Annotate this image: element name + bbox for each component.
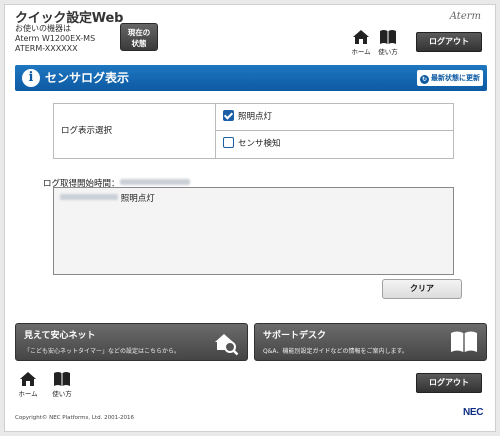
book-icon	[380, 30, 396, 44]
aterm-logo: Aterm	[449, 11, 481, 22]
page-frame: クイック設定Web お使いの機器は Aterm W1200EX-MS ATERM…	[4, 4, 496, 432]
page-title: センサログ表示	[45, 71, 130, 85]
nec-logo: NEC	[463, 407, 484, 418]
home-search-icon	[215, 334, 239, 356]
support-desk-banner[interactable]: サポートデスク Q&A、機能別設定ガイドなどの情報をご案内します。	[254, 323, 487, 361]
home-icon	[353, 30, 369, 44]
log-display-select-label: ログ表示選択	[54, 104, 216, 158]
option-lighting[interactable]: 照明点灯	[216, 104, 453, 131]
current-status-button[interactable]: 現在の 状態	[120, 23, 158, 51]
redacted-timestamp	[119, 179, 190, 185]
footer-logout-button[interactable]: ログアウト	[416, 373, 482, 393]
footer-help-button[interactable]: 使い方	[49, 371, 75, 401]
redacted-entry-time	[60, 194, 118, 200]
open-book-icon	[451, 331, 477, 352]
device-label: お使いの機器は	[15, 24, 71, 33]
header: クイック設定Web お使いの機器は Aterm W1200EX-MS ATERM…	[5, 5, 495, 61]
device-model: Aterm W1200EX-MS	[15, 34, 96, 43]
home-icon	[20, 372, 36, 386]
refresh-icon: ↻	[420, 75, 429, 84]
log-display-settings: ログ表示選択 照明点灯 センサ検知	[53, 103, 454, 159]
log-entry: 照明点灯	[60, 192, 447, 204]
mieru-anshin-net-banner[interactable]: 見えて安心ネット 「こども安心ネットタイマー」などの設定はこちらから。	[15, 323, 248, 361]
refresh-button[interactable]: ↻ 最新状態に更新	[417, 70, 483, 86]
copyright: Copyright© NEC Platforms, Ltd. 2001-2016	[15, 415, 135, 421]
sensor-detection-checkbox[interactable]	[223, 137, 234, 148]
device-id: ATERM-XXXXXX	[15, 44, 78, 53]
option-sensor-detection[interactable]: センサ検知	[216, 131, 453, 158]
device-info: お使いの機器は Aterm W1200EX-MS ATERM-XXXXXX	[15, 24, 95, 54]
book-icon	[54, 372, 70, 386]
footer-home-button[interactable]: ホーム	[15, 371, 41, 401]
home-button[interactable]: ホーム	[348, 29, 374, 59]
clear-button[interactable]: クリア	[382, 279, 462, 299]
help-button[interactable]: 使い方	[375, 29, 401, 59]
lighting-checkbox[interactable]	[223, 110, 234, 121]
log-display-area[interactable]: 照明点灯	[53, 187, 454, 275]
info-icon: i	[22, 69, 40, 87]
logout-button[interactable]: ログアウト	[416, 32, 482, 52]
page-title-bar: i センサログ表示 ↻ 最新状態に更新	[15, 65, 487, 91]
